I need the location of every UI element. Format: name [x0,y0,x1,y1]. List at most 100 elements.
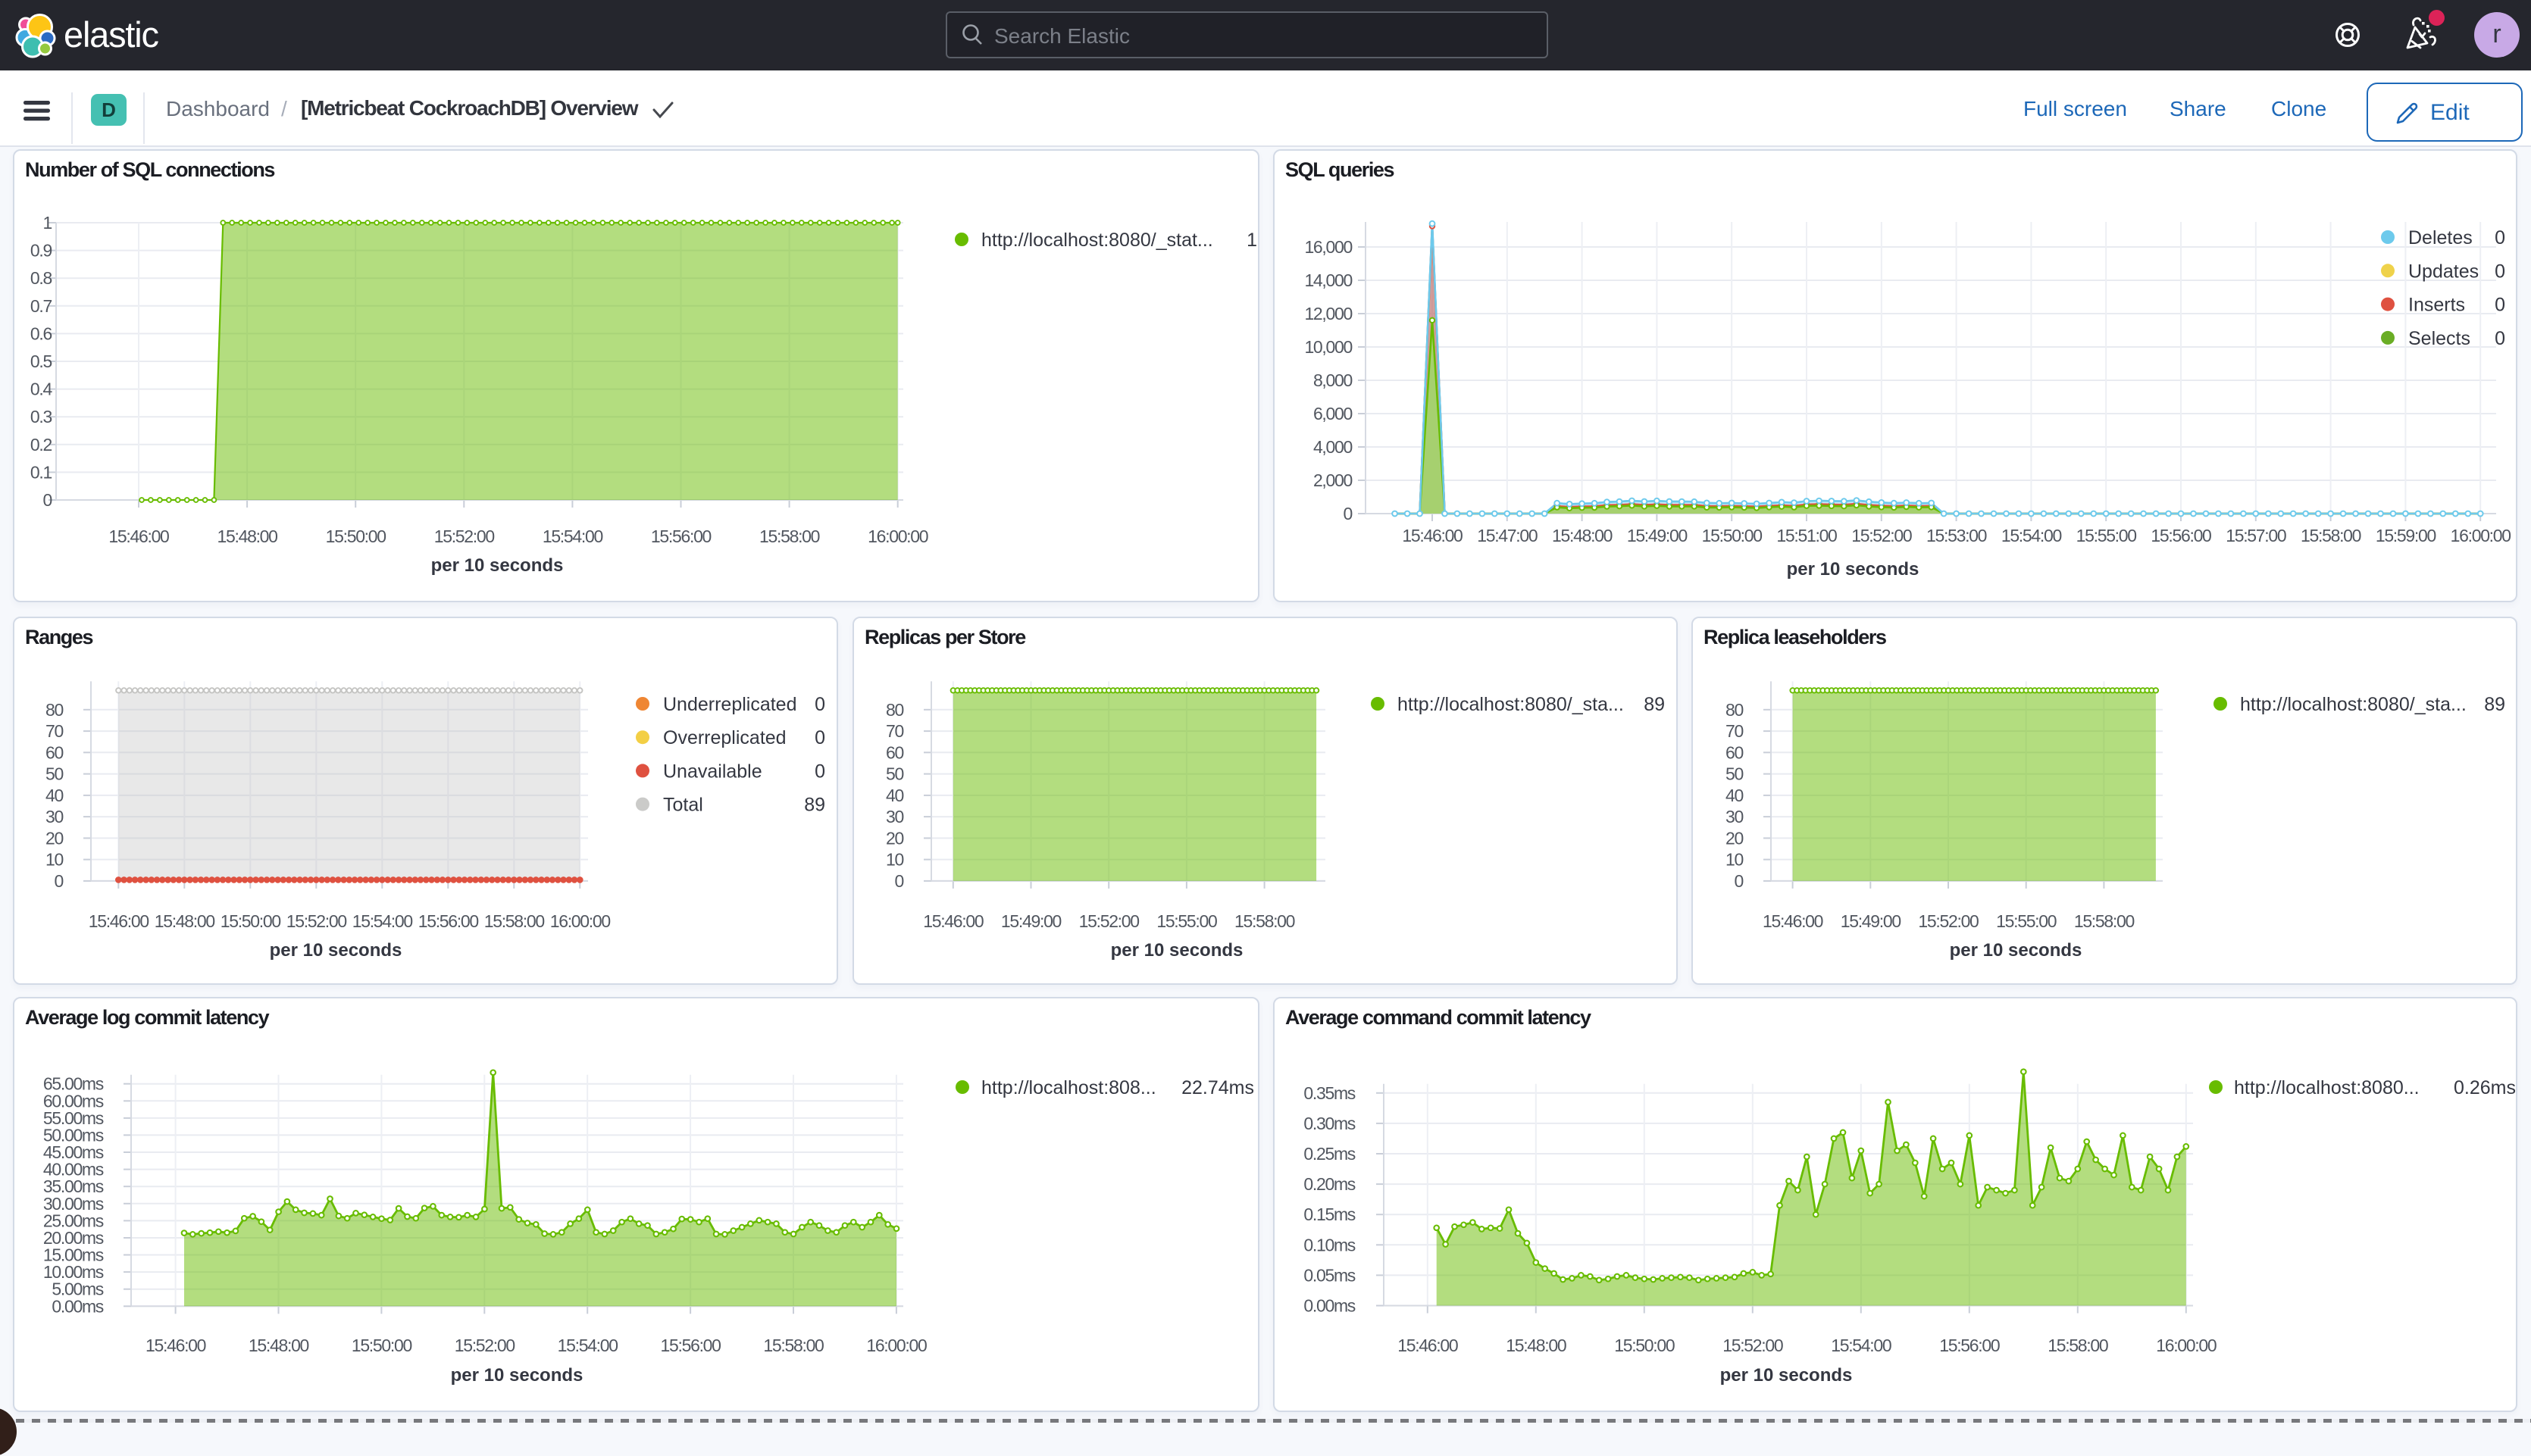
svg-text:70: 70 [45,721,63,741]
svg-text:15:46:00: 15:46:00 [1763,911,1823,931]
svg-text:15:52:00: 15:52:00 [455,1336,515,1355]
svg-text:Overreplicated: Overreplicated [663,727,787,748]
svg-text:0.6: 0.6 [30,323,52,343]
svg-text:15:46:00: 15:46:00 [923,911,984,931]
svg-text:15:48:00: 15:48:00 [1552,526,1613,545]
svg-text:0: 0 [815,727,825,748]
svg-text:0.9: 0.9 [30,241,52,261]
svg-text:15:51:00: 15:51:00 [1776,526,1837,545]
svg-text:15:55:00: 15:55:00 [1156,911,1217,931]
svg-text:15:55:00: 15:55:00 [1996,911,2057,931]
svg-text:15:52:00: 15:52:00 [1851,526,1912,545]
svg-text:16,000: 16,000 [1304,237,1352,257]
svg-text:0: 0 [2495,328,2505,349]
svg-text:89: 89 [804,795,825,816]
svg-text:89: 89 [2484,694,2505,715]
svg-text:40: 40 [45,786,63,805]
svg-text:5.00ms: 5.00ms [52,1279,103,1299]
svg-text:elastic: elastic [64,14,159,55]
svg-text:0.4: 0.4 [30,380,53,399]
svg-text:15:56:00: 15:56:00 [2151,526,2211,545]
svg-text:60: 60 [886,742,903,762]
svg-text:15:58:00: 15:58:00 [2048,1336,2108,1355]
svg-text:40: 40 [1725,786,1743,805]
svg-text:0: 0 [2495,295,2505,316]
svg-text:0: 0 [1344,504,1353,523]
svg-text:40: 40 [886,786,903,805]
svg-text:20: 20 [45,828,63,848]
svg-text:0: 0 [43,490,52,510]
svg-text:Total: Total [663,795,703,816]
svg-text:15:52:00: 15:52:00 [1722,1336,1783,1355]
svg-text:15:46:00: 15:46:00 [89,911,149,931]
svg-text:Selects: Selects [2408,328,2470,349]
svg-text:15:54:00: 15:54:00 [352,911,413,931]
svg-text:15:50:00: 15:50:00 [1702,526,1763,545]
svg-text:0: 0 [1735,871,1744,891]
svg-text:50: 50 [45,764,63,784]
svg-text:8,000: 8,000 [1313,370,1353,390]
svg-text:30: 30 [886,807,903,826]
svg-text:20.00ms: 20.00ms [43,1228,104,1248]
svg-text:15:55:00: 15:55:00 [2076,526,2137,545]
svg-text:40.00ms: 40.00ms [43,1160,104,1179]
svg-text:45.00ms: 45.00ms [43,1142,104,1162]
svg-text:10: 10 [45,850,63,870]
svg-text:80: 80 [45,700,63,720]
svg-text:15:47:00: 15:47:00 [1477,526,1538,545]
svg-text:14,000: 14,000 [1304,270,1352,290]
svg-text:0.2: 0.2 [30,435,52,455]
svg-text:15:52:00: 15:52:00 [434,526,495,546]
svg-text:15:59:00: 15:59:00 [2376,526,2436,545]
svg-text:15:46:00: 15:46:00 [1397,1336,1458,1355]
svg-text:per 10 seconds: per 10 seconds [1111,940,1244,961]
svg-text:60: 60 [45,742,63,762]
svg-text:1: 1 [1247,230,1257,251]
svg-text:15:56:00: 15:56:00 [661,1336,721,1355]
svg-text:15:56:00: 15:56:00 [418,911,479,931]
svg-text:15:50:00: 15:50:00 [352,1336,412,1355]
svg-text:15:57:00: 15:57:00 [2226,526,2286,545]
svg-text:80: 80 [1725,700,1743,720]
svg-text:Updates: Updates [2408,261,2479,282]
svg-text:15:54:00: 15:54:00 [1831,1336,1891,1355]
svg-text:15:48:00: 15:48:00 [217,526,278,546]
svg-text:15:46:00: 15:46:00 [145,1336,206,1355]
svg-text:0.7: 0.7 [30,296,52,316]
svg-text:22.74ms: 22.74ms [1181,1077,1254,1098]
svg-text:15:50:00: 15:50:00 [1614,1336,1675,1355]
svg-text:15:52:00: 15:52:00 [1079,911,1140,931]
svg-text:15:54:00: 15:54:00 [558,1336,618,1355]
svg-text:15:48:00: 15:48:00 [155,911,215,931]
svg-text:89: 89 [1644,694,1665,715]
svg-text:15:56:00: 15:56:00 [651,526,712,546]
svg-text:0: 0 [2495,227,2505,248]
svg-text:30: 30 [45,807,63,826]
svg-text:10.00ms: 10.00ms [43,1262,104,1282]
svg-text:16:00:00: 16:00:00 [866,1336,927,1355]
svg-text:16:00:00: 16:00:00 [2156,1336,2217,1355]
svg-text:35.00ms: 35.00ms [43,1176,104,1196]
svg-text:15:58:00: 15:58:00 [1234,911,1295,931]
svg-text:15:58:00: 15:58:00 [2301,526,2361,545]
svg-text:65.00ms: 65.00ms [43,1074,104,1094]
svg-text:0.3: 0.3 [30,407,52,426]
svg-text:4,000: 4,000 [1313,437,1353,457]
svg-text:0: 0 [895,871,904,891]
svg-text:70: 70 [1725,721,1743,741]
svg-text:http://localhost:8080/_sta...: http://localhost:8080/_sta... [1397,694,1624,715]
svg-text:0.20ms: 0.20ms [1303,1174,1355,1194]
svg-text:15:48:00: 15:48:00 [249,1336,309,1355]
svg-text:50: 50 [886,764,903,784]
svg-text:0.5: 0.5 [30,352,52,371]
svg-text:15:50:00: 15:50:00 [221,911,281,931]
svg-text:10: 10 [886,850,903,870]
svg-text:20: 20 [1725,828,1743,848]
svg-text:10: 10 [1725,850,1743,870]
svg-text:0.35ms: 0.35ms [1303,1083,1355,1103]
svg-text:0.25ms: 0.25ms [1303,1144,1355,1164]
svg-text:0: 0 [2495,261,2505,282]
svg-text:http://localhost:8080/_stat...: http://localhost:8080/_stat... [981,230,1213,251]
svg-text:12,000: 12,000 [1304,304,1352,323]
svg-text:20: 20 [886,828,903,848]
